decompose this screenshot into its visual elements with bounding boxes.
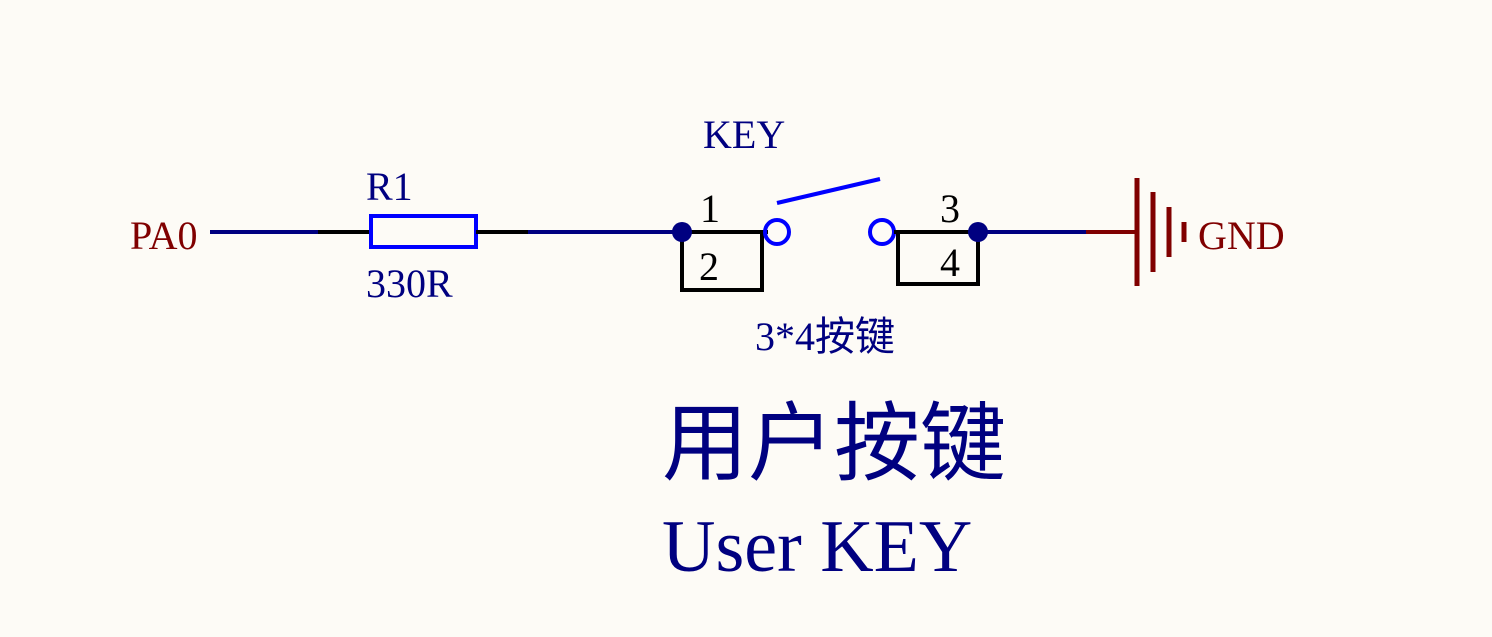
resistor-value: 330R — [366, 261, 453, 306]
caption-chinese: 用户按键 — [662, 396, 1006, 492]
caption-english: User KEY — [662, 506, 972, 588]
key-pin3-label: 3 — [940, 186, 960, 231]
key-pin4-label: 4 — [940, 240, 960, 285]
gnd-symbol — [1086, 178, 1187, 286]
key-designator: KEY — [703, 112, 785, 157]
key-pins-1-2 — [680, 230, 764, 292]
net-label-gnd: GND — [1198, 213, 1285, 258]
key-pin1-label: 1 — [700, 186, 720, 231]
schematic-canvas: PA0 R1 330R 1 2 KEY 3 4 3*4按键 GND 用户按键 U… — [130, 112, 1285, 588]
key-contact-right — [868, 218, 896, 246]
key-footprint-label: 3*4按键 — [755, 314, 895, 359]
resistor-designator: R1 — [366, 164, 413, 209]
key-pins-3-4 — [894, 230, 980, 286]
key-pin2-label: 2 — [699, 244, 719, 289]
net-label-pa0: PA0 — [130, 213, 197, 258]
junction-dot-left — [672, 222, 692, 242]
resistor-r1-body — [369, 214, 478, 249]
key-contact-left — [763, 218, 791, 246]
key-actuator-arm — [776, 177, 881, 205]
